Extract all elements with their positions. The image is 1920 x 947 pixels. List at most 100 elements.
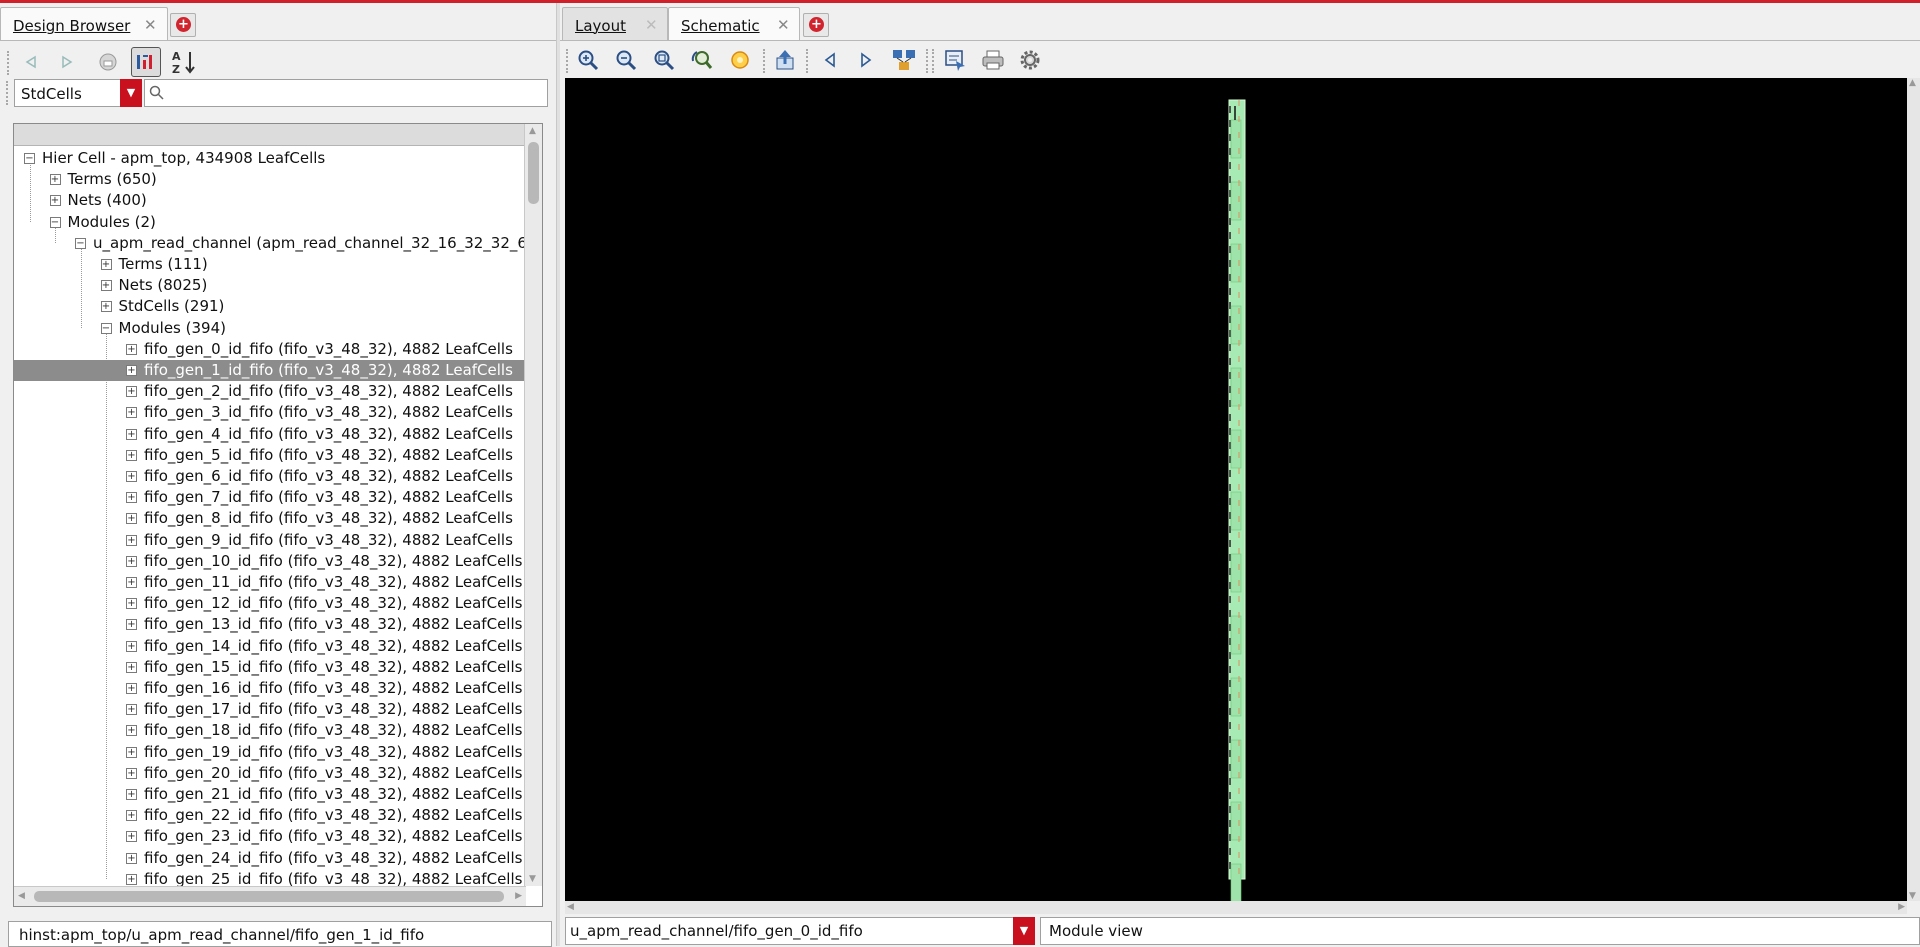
expand-icon[interactable]: + [126, 365, 137, 376]
expand-icon[interactable]: + [126, 555, 137, 567]
close-icon[interactable]: ✕ [777, 16, 790, 34]
zoom-out-button[interactable] [611, 45, 641, 75]
scroll-down-icon[interactable]: ▼ [529, 874, 536, 884]
tree-row-module[interactable]: + fifo_gen_5_id_fifo (fifo_v3_48_32), 488… [14, 445, 524, 466]
tab-schematic[interactable]: Schematic ✕ [668, 7, 800, 40]
expand-icon[interactable]: + [126, 534, 137, 546]
scroll-right-icon[interactable]: ▶ [515, 891, 522, 901]
expand-icon[interactable]: + [126, 767, 137, 779]
tree-row-module[interactable]: + fifo_gen_15_id_fifo (fifo_v3_48_32), 48… [14, 657, 524, 678]
filter-toggle-button[interactable] [131, 47, 161, 77]
expand-icon[interactable]: + [126, 619, 137, 631]
tree-row-module[interactable]: + fifo_gen_23_id_fifo (fifo_v3_48_32), 48… [14, 826, 524, 847]
schematic-canvas[interactable] [565, 78, 1907, 901]
go-up-button[interactable] [770, 45, 800, 75]
expand-icon[interactable]: + [126, 661, 137, 673]
tree-row[interactable]: + Terms (111) [14, 254, 524, 275]
scroll-left-icon[interactable]: ◀ [567, 902, 574, 912]
select-button[interactable] [940, 45, 970, 75]
expand-icon[interactable]: + [100, 259, 112, 270]
back-button[interactable] [16, 47, 46, 77]
sort-az-button[interactable]: A Z [169, 47, 199, 77]
tree-row[interactable]: + Nets (8025) [14, 275, 524, 296]
expand-icon[interactable]: + [126, 407, 137, 419]
expand-icon[interactable]: + [126, 746, 137, 758]
tree-row-module[interactable]: + fifo_gen_4_id_fifo (fifo_v3_48_32), 488… [14, 424, 524, 445]
tree-row-module[interactable]: + fifo_gen_18_id_fifo (fifo_v3_48_32), 48… [14, 720, 524, 741]
expand-icon[interactable]: + [126, 471, 137, 482]
chevron-down-icon[interactable]: ▼ [120, 79, 142, 107]
tree-row[interactable]: − Modules (2) [14, 212, 524, 233]
toolbar-grip[interactable] [566, 49, 571, 73]
forward-button[interactable] [851, 45, 881, 75]
close-icon[interactable]: ✕ [645, 16, 658, 34]
add-tab-button[interactable]: + [170, 13, 196, 37]
highlight-button[interactable] [725, 45, 755, 75]
tab-layout[interactable]: Layout ✕ [562, 7, 668, 40]
module-path-select[interactable]: u_apm_read_channel/fifo_gen_0_id_fifo ▼ [565, 917, 1035, 945]
expand-icon[interactable]: + [126, 810, 137, 822]
tree-horizontal-scrollbar[interactable]: ◀ ▶ [14, 886, 526, 906]
zoom-fit-button[interactable] [649, 45, 679, 75]
expand-icon[interactable]: + [126, 683, 137, 694]
expand-icon[interactable]: + [49, 174, 61, 186]
zoom-previous-button[interactable] [687, 45, 717, 75]
home-button[interactable] [93, 47, 123, 77]
expand-icon[interactable]: + [126, 725, 137, 737]
tree-row-module[interactable]: + fifo_gen_3_id_fifo (fifo_v3_48_32), 488… [14, 402, 524, 423]
zoom-in-button[interactable] [573, 45, 603, 75]
module-instance-strip[interactable] [1228, 99, 1246, 901]
expand-icon[interactable]: + [126, 704, 137, 716]
expand-icon[interactable]: + [126, 640, 137, 652]
tree-vertical-scrollbar[interactable]: ▲ ▼ [524, 124, 542, 886]
hierarchy-tree[interactable]: − Hier Cell - apm_top, 434908 LeafCells + T… [13, 123, 543, 907]
tree-row-module[interactable]: + fifo_gen_2_id_fifo (fifo_v3_48_32), 488… [14, 381, 524, 402]
tree-row[interactable]: − u_apm_read_channel (apm_read_channel_32… [14, 233, 524, 254]
tree-row-module[interactable]: + fifo_gen_12_id_fifo (fifo_v3_48_32), 48… [14, 593, 524, 614]
collapse-icon[interactable]: − [49, 216, 61, 228]
scroll-down-icon[interactable]: ▼ [1909, 891, 1916, 901]
scroll-up-icon[interactable]: ▲ [529, 126, 536, 136]
tree-row[interactable]: + StdCells (291) [14, 296, 524, 317]
expand-icon[interactable]: + [126, 831, 137, 843]
tree-row-module[interactable]: + fifo_gen_11_id_fifo (fifo_v3_48_32), 48… [14, 572, 524, 593]
expand-icon[interactable]: + [126, 577, 137, 588]
expand-icon[interactable]: + [126, 428, 137, 440]
tree-row-module[interactable]: + fifo_gen_24_id_fifo (fifo_v3_48_32), 48… [14, 848, 524, 869]
toolbar-grip[interactable] [932, 49, 937, 73]
tree-row-module[interactable]: + fifo_gen_16_id_fifo (fifo_v3_48_32), 48… [14, 678, 524, 699]
collapse-icon[interactable]: − [24, 153, 35, 164]
expand-icon[interactable]: + [126, 386, 137, 398]
scroll-left-icon[interactable]: ◀ [18, 891, 25, 901]
tree-row-module[interactable]: + fifo_gen_14_id_fifo (fifo_v3_48_32), 48… [14, 636, 524, 657]
canvas-vertical-scrollbar[interactable]: ▲ ▼ [1907, 78, 1920, 901]
expand-icon[interactable]: + [126, 343, 137, 355]
add-tab-button[interactable]: + [803, 13, 829, 37]
filter-grip[interactable] [6, 81, 11, 105]
tree-row-module[interactable]: + fifo_gen_9_id_fifo (fifo_v3_48_32), 488… [14, 530, 524, 551]
expand-icon[interactable]: + [126, 513, 137, 525]
tab-design-browser[interactable]: Design Browser ✕ [0, 7, 168, 40]
tree-row-module[interactable]: + fifo_gen_20_id_fifo (fifo_v3_48_32), 48… [14, 763, 524, 784]
expand-icon[interactable]: + [126, 598, 137, 610]
tree-row-module[interactable]: + fifo_gen_8_id_fifo (fifo_v3_48_32), 488… [14, 508, 524, 529]
tree-row[interactable]: + Nets (400) [14, 190, 524, 211]
tree-vscroll-thumb[interactable] [528, 142, 539, 204]
tree-row-module[interactable]: + fifo_gen_6_id_fifo (fifo_v3_48_32), 488… [14, 466, 524, 487]
collapse-icon[interactable]: − [75, 237, 86, 249]
expand-icon[interactable]: + [100, 301, 112, 313]
cell-type-select[interactable]: StdCells ▼ [14, 79, 142, 107]
forward-button[interactable] [52, 47, 82, 77]
expand-icon[interactable]: + [126, 492, 137, 504]
tree-row-module[interactable]: + fifo_gen_25_id_fifo (fifo_v3_48_32), 48… [14, 869, 524, 886]
chevron-down-icon[interactable]: ▼ [1013, 917, 1035, 945]
expand-icon[interactable]: + [126, 789, 137, 800]
expand-icon[interactable]: + [49, 195, 61, 207]
tree-row-module[interactable]: + fifo_gen_7_id_fifo (fifo_v3_48_32), 488… [14, 487, 524, 508]
back-button[interactable] [815, 45, 845, 75]
tree-row-module[interactable]: + fifo_gen_17_id_fifo (fifo_v3_48_32), 48… [14, 699, 524, 720]
tree-row-module[interactable]: + fifo_gen_19_id_fifo (fifo_v3_48_32), 48… [14, 742, 524, 763]
tree-row-module[interactable]: + fifo_gen_10_id_fifo (fifo_v3_48_32), 48… [14, 551, 524, 572]
settings-button[interactable] [1015, 45, 1045, 75]
tree-row-module[interactable]: + fifo_gen_21_id_fifo (fifo_v3_48_32), 48… [14, 784, 524, 805]
